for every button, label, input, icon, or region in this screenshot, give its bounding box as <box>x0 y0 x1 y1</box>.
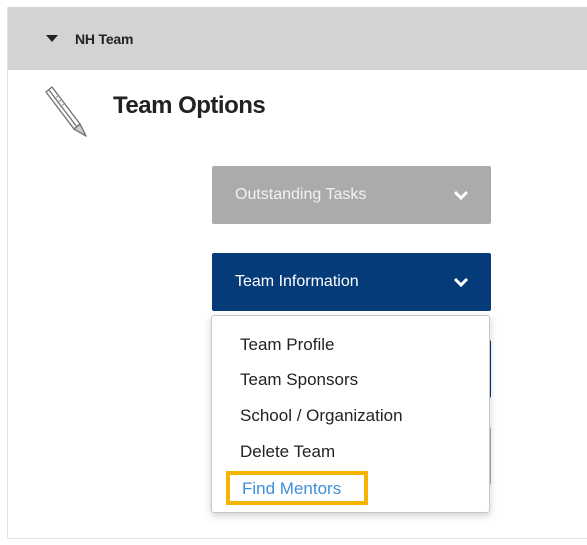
panel-header-toggle[interactable]: NH Team <box>8 7 587 70</box>
outstanding-tasks-label: Outstanding Tasks <box>235 186 367 203</box>
menu-item-team-sponsors[interactable]: Team Sponsors <box>240 370 358 390</box>
chevron-down-icon <box>453 277 469 288</box>
menu-item-find-mentors[interactable]: Find Mentors <box>226 471 368 505</box>
menu-item-school-organization[interactable]: School / Organization <box>240 406 403 426</box>
chevron-down-icon <box>453 190 469 201</box>
menu-item-delete-team[interactable]: Delete Team <box>240 442 335 462</box>
menu-item-team-profile[interactable]: Team Profile <box>240 335 334 355</box>
pen-icon <box>45 86 87 137</box>
caret-down-icon <box>46 35 58 42</box>
team-information-button[interactable]: Team Information <box>212 253 491 311</box>
team-information-label: Team Information <box>235 273 359 290</box>
panel-header-label: NH Team <box>75 30 134 47</box>
section-title: Team Options <box>113 92 266 119</box>
team-information-dropdown: Team Profile Team Sponsors School / Orga… <box>211 315 490 513</box>
outstanding-tasks-button[interactable]: Outstanding Tasks <box>212 166 491 224</box>
